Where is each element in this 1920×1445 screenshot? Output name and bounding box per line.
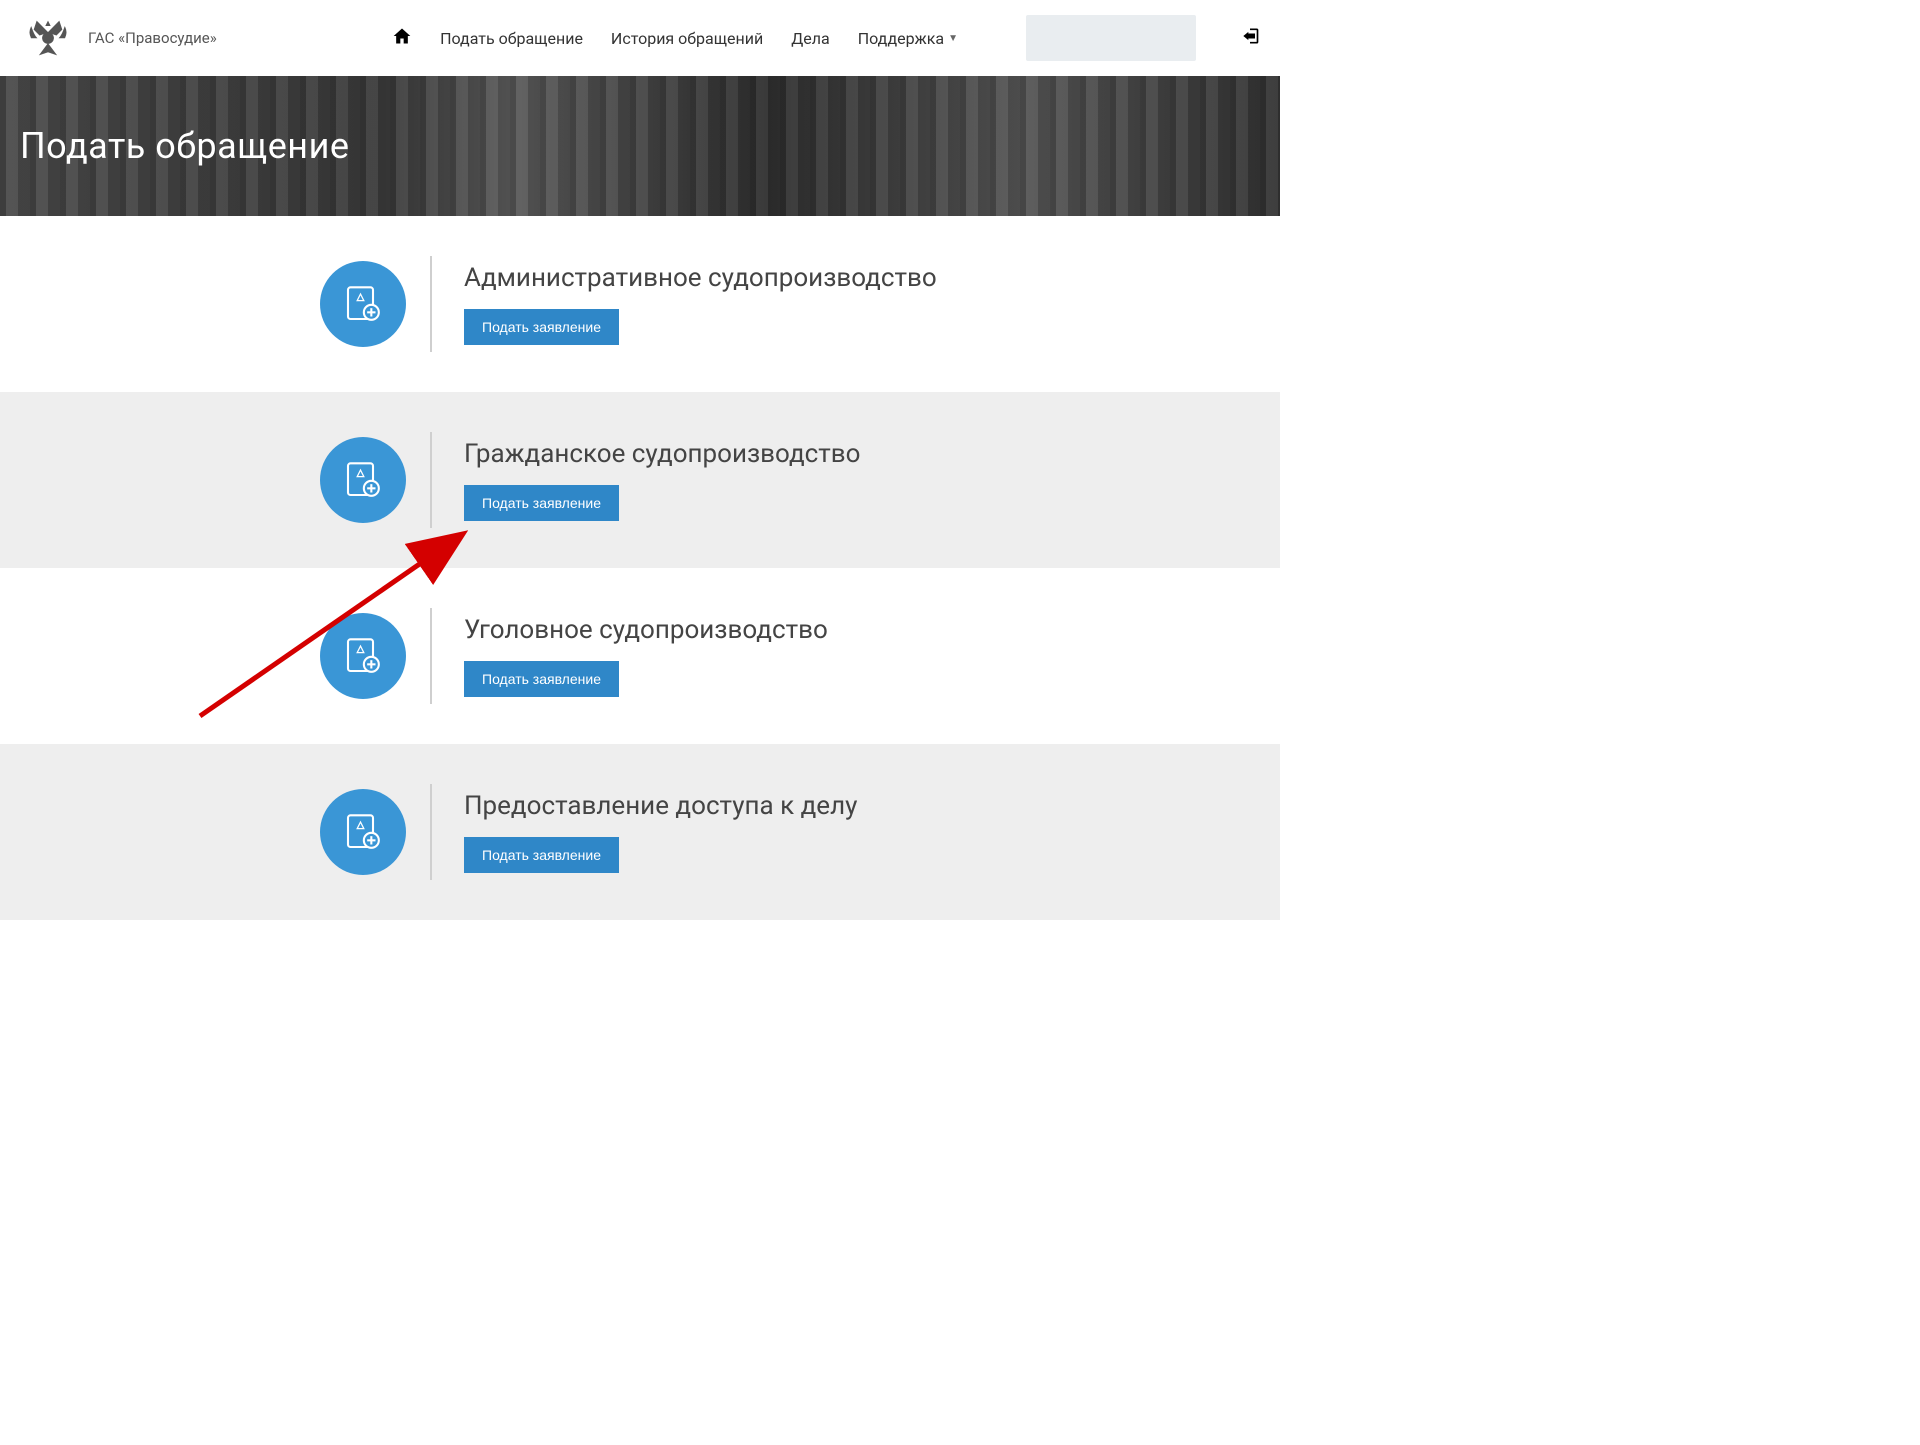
submit-application-button[interactable]: Подать заявление <box>464 485 619 521</box>
divider <box>430 432 432 528</box>
caret-down-icon: ▼ <box>948 33 958 44</box>
nav-cases[interactable]: Дела <box>791 29 829 48</box>
header: ГАС «Правосудие» Подать обращение Истори… <box>0 0 1280 76</box>
category-title: Уголовное судопроизводство <box>464 615 828 645</box>
category-admin: Административное судопроизводство Подать… <box>0 216 1280 392</box>
divider <box>430 784 432 880</box>
home-icon[interactable] <box>392 26 412 51</box>
app-name: ГАС «Правосудие» <box>88 29 217 47</box>
category-title: Гражданское судопроизводство <box>464 439 860 469</box>
submit-application-button[interactable]: Подать заявление <box>464 661 619 697</box>
main-nav: Подать обращение История обращений Дела … <box>392 15 1260 61</box>
logout-icon[interactable] <box>1240 26 1260 51</box>
category-icon <box>320 613 406 699</box>
divider <box>430 608 432 704</box>
divider <box>430 256 432 352</box>
nav-support[interactable]: Поддержка ▼ <box>858 29 958 48</box>
nav-support-label: Поддержка <box>858 29 944 48</box>
category-case-access: Предоставление доступа к делу Подать зая… <box>0 744 1280 920</box>
hero-banner: Подать обращение <box>0 76 1280 216</box>
logo[interactable]: ГАС «Правосудие» <box>20 10 217 66</box>
page-title: Подать обращение <box>20 125 349 167</box>
category-icon <box>320 789 406 875</box>
nav-history[interactable]: История обращений <box>611 29 763 48</box>
category-civil: Гражданское судопроизводство Подать заяв… <box>0 392 1280 568</box>
category-icon <box>320 261 406 347</box>
category-title: Административное судопроизводство <box>464 263 937 293</box>
categories-section: Административное судопроизводство Подать… <box>0 216 1280 920</box>
category-criminal: Уголовное судопроизводство Подать заявле… <box>0 568 1280 744</box>
user-menu[interactable] <box>1026 15 1196 61</box>
submit-application-button[interactable]: Подать заявление <box>464 837 619 873</box>
category-title: Предоставление доступа к делу <box>464 791 857 821</box>
submit-application-button[interactable]: Подать заявление <box>464 309 619 345</box>
eagle-crest-icon <box>20 10 76 66</box>
nav-submit[interactable]: Подать обращение <box>440 29 583 48</box>
category-icon <box>320 437 406 523</box>
